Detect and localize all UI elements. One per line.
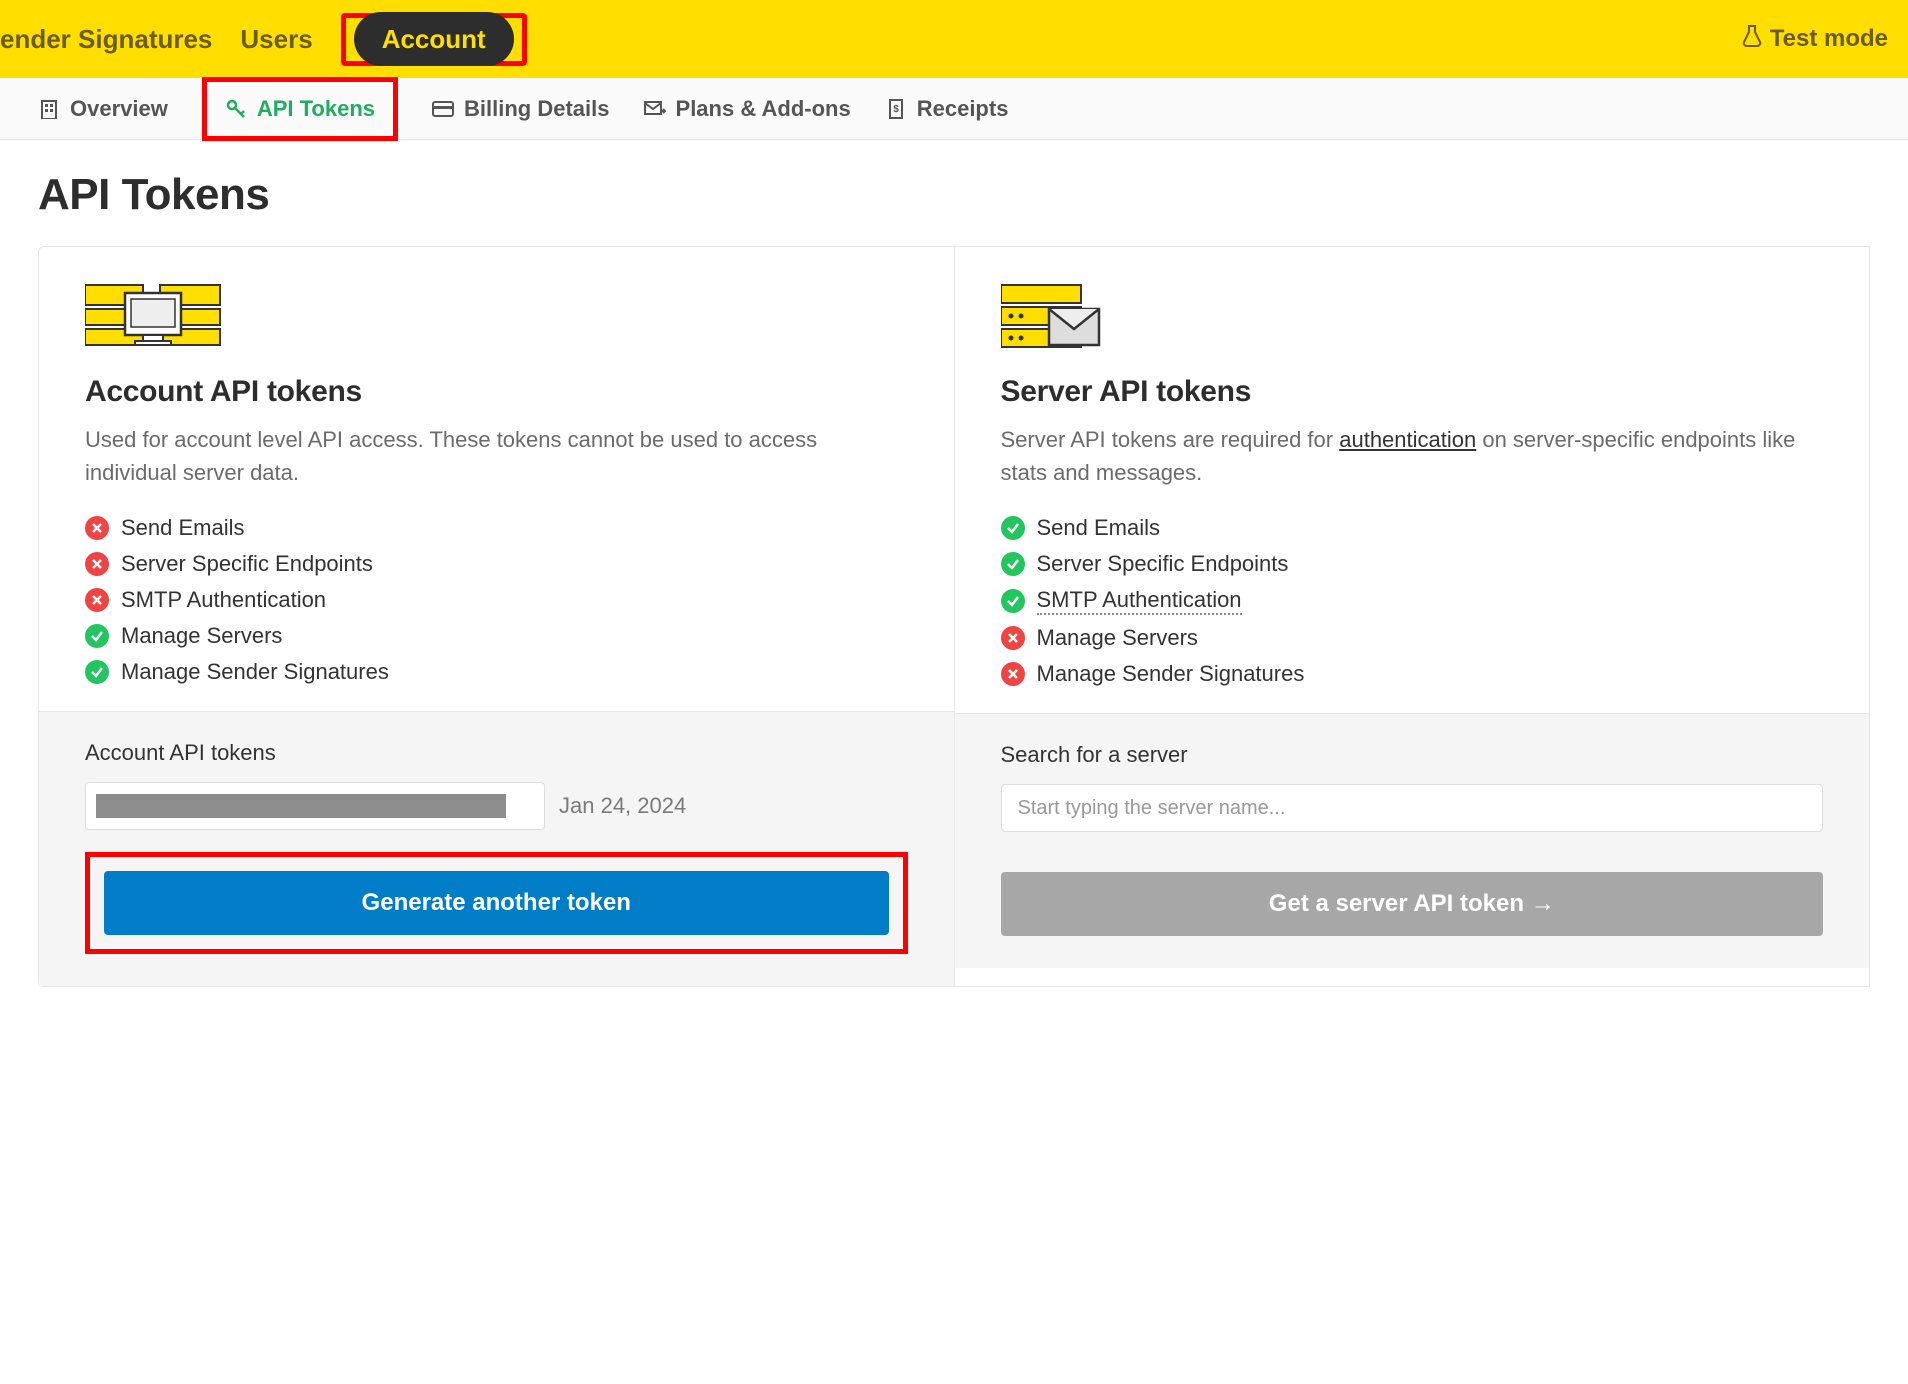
check-icon (85, 624, 109, 648)
x-icon (1001, 626, 1025, 650)
feature-label: Manage Sender Signatures (121, 659, 389, 685)
feature-item: Manage Sender Signatures (85, 659, 908, 685)
feature-item: Manage Servers (85, 623, 908, 649)
test-mode-toggle[interactable]: Test mode (1742, 24, 1888, 55)
account-illustration (85, 279, 908, 349)
feature-label: Send Emails (1037, 515, 1161, 541)
token-row: Jan 24, 2024 (85, 782, 908, 830)
feature-label: Manage Servers (121, 623, 282, 649)
account-tokens-label: Account API tokens (85, 740, 908, 766)
feature-label: Server Specific Endpoints (121, 551, 373, 577)
test-mode-label: Test mode (1770, 25, 1888, 53)
generate-token-button[interactable]: Generate another token (104, 871, 889, 935)
sub-nav: Overview API Tokens Billing Details Plan… (0, 78, 1908, 140)
server-card: Server API tokens Server API tokens are … (955, 247, 1870, 986)
account-card-title: Account API tokens (85, 375, 908, 409)
x-icon (1001, 662, 1025, 686)
token-field[interactable] (85, 782, 545, 830)
subnav-receipts-label: Receipts (917, 96, 1009, 122)
server-card-title: Server API tokens (1001, 375, 1824, 409)
subnav-overview[interactable]: Overview (38, 96, 168, 122)
x-icon (85, 588, 109, 612)
server-card-description: Server API tokens are required for authe… (1001, 423, 1824, 489)
feature-label: SMTP Authentication (121, 587, 326, 613)
check-icon (85, 660, 109, 684)
feature-label: Manage Servers (1037, 625, 1198, 651)
highlight-account: Account (341, 13, 527, 66)
account-feature-list: Send Emails Server Specific Endpoints SM… (85, 515, 908, 685)
search-server-label: Search for a server (1001, 742, 1824, 768)
feature-label: Send Emails (121, 515, 245, 541)
key-icon (225, 98, 247, 120)
cards-container: Account API tokens Used for account leve… (38, 246, 1870, 987)
x-icon (85, 516, 109, 540)
flask-icon (1742, 24, 1762, 55)
building-icon (38, 98, 60, 120)
subnav-api-tokens[interactable]: API Tokens (225, 96, 375, 122)
envelope-arrow-icon (644, 98, 666, 120)
server-feature-list: Send Emails Server Specific Endpoints SM… (1001, 515, 1824, 687)
receipt-icon: $ (885, 98, 907, 120)
svg-text:$: $ (893, 104, 899, 115)
top-nav: ender Signatures Users Account (0, 13, 527, 66)
page-title: API Tokens (38, 170, 1870, 220)
account-card-bottom: Account API tokens Jan 24, 2024 Generate… (39, 711, 954, 986)
subnav-plans-label: Plans & Add-ons (676, 96, 851, 122)
feature-item: Send Emails (1001, 515, 1824, 541)
subnav-billing[interactable]: Billing Details (432, 96, 609, 122)
subnav-receipts[interactable]: $ Receipts (885, 96, 1009, 122)
feature-label: Manage Sender Signatures (1037, 661, 1305, 687)
nav-sender-signatures[interactable]: ender Signatures (0, 24, 212, 55)
feature-item: SMTP Authentication (1001, 587, 1824, 615)
check-icon (1001, 516, 1025, 540)
account-card-top: Account API tokens Used for account leve… (39, 247, 954, 711)
server-illustration (1001, 279, 1824, 349)
nav-users[interactable]: Users (240, 24, 312, 55)
highlight-generate: Generate another token (85, 852, 908, 954)
get-server-token-button[interactable]: Get a server API token → (1001, 872, 1824, 936)
nav-account[interactable]: Account (354, 12, 514, 66)
feature-item: Server Specific Endpoints (85, 551, 908, 577)
top-bar: ender Signatures Users Account Test mode (0, 0, 1908, 78)
check-icon (1001, 589, 1025, 613)
account-card: Account API tokens Used for account leve… (39, 247, 955, 986)
check-icon (1001, 552, 1025, 576)
x-icon (85, 552, 109, 576)
token-date: Jan 24, 2024 (559, 793, 686, 819)
feature-item: Server Specific Endpoints (1001, 551, 1824, 577)
subnav-billing-label: Billing Details (464, 96, 609, 122)
server-card-bottom: Search for a server Get a server API tok… (955, 713, 1870, 968)
server-card-top: Server API tokens Server API tokens are … (955, 247, 1870, 713)
content: API Tokens (0, 140, 1908, 987)
card-icon (432, 98, 454, 120)
account-card-description: Used for account level API access. These… (85, 423, 908, 489)
authentication-link[interactable]: authentication (1339, 427, 1476, 452)
server-search-input[interactable] (1001, 784, 1824, 832)
feature-label-smtp[interactable]: SMTP Authentication (1037, 587, 1242, 615)
subnav-plans[interactable]: Plans & Add-ons (644, 96, 851, 122)
feature-item: Send Emails (85, 515, 908, 541)
feature-item: SMTP Authentication (85, 587, 908, 613)
subnav-overview-label: Overview (70, 96, 168, 122)
feature-item: Manage Servers (1001, 625, 1824, 651)
feature-item: Manage Sender Signatures (1001, 661, 1824, 687)
server-desc-prefix: Server API tokens are required for (1001, 427, 1340, 452)
subnav-api-tokens-label: API Tokens (257, 96, 375, 122)
highlight-api-tokens: API Tokens (202, 77, 398, 141)
feature-label: Server Specific Endpoints (1037, 551, 1289, 577)
token-masked-value (96, 794, 506, 818)
